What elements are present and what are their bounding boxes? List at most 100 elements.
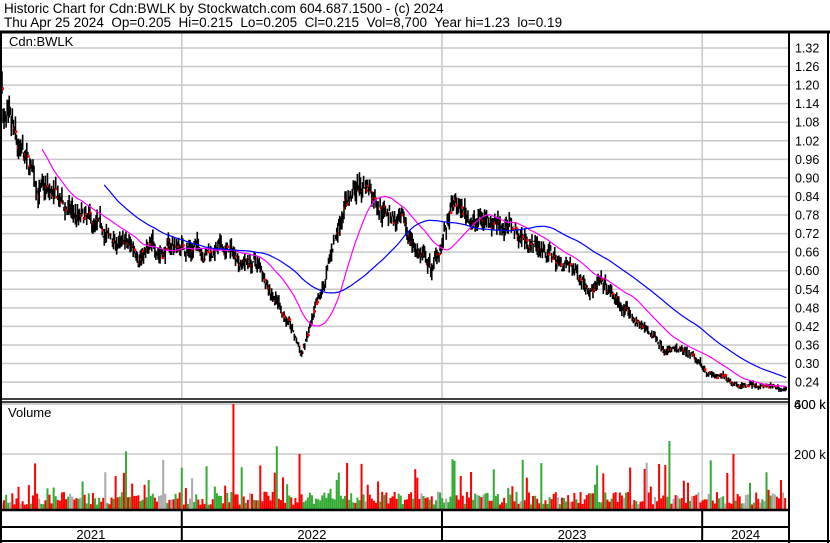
- volume-bar: [728, 502, 731, 509]
- volume-bar: [191, 478, 194, 509]
- volume-bar: [749, 482, 752, 509]
- volume-bar: [567, 495, 570, 509]
- volume-bar: [321, 495, 324, 509]
- volume-bar: [277, 498, 280, 509]
- volume-bar: [527, 492, 530, 509]
- volume-bar: [631, 504, 634, 509]
- volume-bar: [284, 502, 287, 509]
- volume-bar: [222, 503, 225, 509]
- volume-bar: [364, 501, 367, 509]
- volume-bar: [269, 500, 272, 509]
- volume-bar: [569, 502, 572, 509]
- price-tick-label: 0.24: [795, 376, 819, 390]
- volume-bar: [253, 499, 256, 509]
- volume-bar: [538, 503, 541, 509]
- volume-bar: [50, 503, 53, 509]
- volume-bar: [577, 503, 580, 509]
- volume-bar: [54, 496, 57, 509]
- volume-bar: [7, 502, 10, 509]
- volume-bar: [736, 493, 739, 509]
- volume-bar: [11, 493, 14, 509]
- volume-bar: [637, 504, 640, 509]
- volume-bar: [133, 495, 136, 509]
- volume-bar: [215, 493, 218, 509]
- volume-bar: [44, 500, 47, 509]
- volume-bar: [641, 501, 644, 509]
- volume-bar: [457, 499, 460, 509]
- price-tick-label: 1.14: [795, 97, 819, 111]
- volume-bar: [422, 496, 425, 509]
- volume-bar: [393, 491, 396, 509]
- volume-bar: [465, 491, 468, 509]
- year-label: 2024: [731, 527, 760, 542]
- close-marker: [182, 244, 185, 247]
- volume-bar: [625, 492, 628, 509]
- volume-bar: [15, 498, 18, 509]
- volume-bar: [761, 499, 764, 509]
- volume-bar: [89, 504, 92, 509]
- close-marker: [704, 368, 707, 371]
- volume-bar: [300, 494, 303, 509]
- volume-bar: [587, 493, 590, 509]
- volume-bar: [100, 501, 103, 509]
- volume-bar: [734, 500, 737, 509]
- volume-bar: [302, 502, 305, 509]
- volume-bar: [205, 466, 208, 509]
- volume-bar: [379, 501, 382, 509]
- volume-bar: [267, 495, 270, 509]
- price-tick-label: 0.84: [795, 190, 819, 204]
- volume-bar: [137, 495, 140, 509]
- volume-bar: [451, 459, 454, 509]
- volume-bar: [399, 495, 402, 509]
- volume-bar: [172, 499, 175, 509]
- volume-bar: [27, 485, 30, 509]
- volume-bar: [370, 498, 373, 509]
- volume-bar: [335, 479, 338, 509]
- volume-bar: [288, 495, 291, 509]
- volume-bar: [740, 503, 743, 509]
- volume-bar: [676, 496, 679, 509]
- volume-bar: [106, 503, 109, 509]
- volume-bar: [662, 495, 665, 509]
- volume-bar: [224, 485, 227, 509]
- volume-bar: [428, 499, 431, 509]
- volume-bar: [397, 493, 400, 509]
- price-tick-label: 0.42: [795, 320, 819, 334]
- volume-bar: [29, 503, 32, 509]
- volume-bar: [445, 498, 448, 509]
- volume-bar: [391, 496, 394, 509]
- volume-bar: [158, 495, 161, 509]
- volume-bar: [304, 500, 307, 509]
- volume-bar: [201, 498, 204, 509]
- volume-bar: [112, 498, 115, 509]
- chart-frame: Cdn:BWLK Volume: [0, 30, 830, 543]
- volume-bar: [323, 492, 326, 509]
- volume-bar: [713, 503, 716, 509]
- volume-bar: [40, 503, 43, 509]
- volume-bar: [724, 503, 727, 509]
- volume-bar: [207, 504, 210, 509]
- volume-bar: [52, 487, 55, 509]
- volume-bar: [618, 492, 621, 509]
- close-marker: [313, 310, 317, 313]
- volume-bar: [482, 494, 485, 509]
- volume-bar: [645, 462, 648, 509]
- volume-bar: [470, 471, 473, 509]
- volume-bar: [647, 492, 650, 509]
- volume-bar: [189, 498, 192, 509]
- price-tick-label: 0.78: [795, 209, 819, 223]
- volume-bar: [325, 497, 328, 509]
- volume-bar: [279, 500, 282, 509]
- volume-bar: [389, 497, 392, 509]
- volume-bar: [34, 463, 37, 509]
- volume-bar: [426, 497, 429, 509]
- volume-bar: [17, 486, 20, 509]
- close-marker: [133, 248, 137, 252]
- close-marker: [226, 245, 230, 249]
- volume-bar: [498, 504, 501, 509]
- volume-bar: [726, 473, 729, 509]
- volume-bar: [147, 479, 150, 509]
- volume-bar: [228, 502, 231, 509]
- volume-bar: [127, 497, 130, 509]
- volume-bar: [174, 493, 177, 509]
